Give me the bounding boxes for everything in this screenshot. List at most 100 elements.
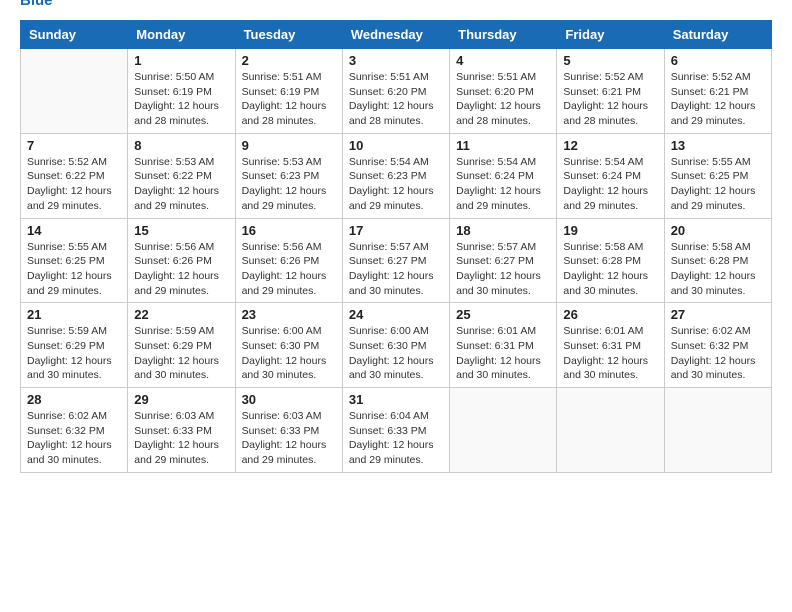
calendar-cell: 18 Sunrise: 5:57 AM Sunset: 6:27 PM Dayli… bbox=[450, 218, 557, 303]
day-info: Sunrise: 5:51 AM Sunset: 6:20 PM Dayligh… bbox=[456, 70, 550, 129]
calendar-cell bbox=[21, 49, 128, 134]
day-number: 27 bbox=[671, 307, 765, 322]
day-info: Sunrise: 5:58 AM Sunset: 6:28 PM Dayligh… bbox=[671, 240, 765, 299]
calendar-cell: 7Sunrise: 5:52 AM Sunset: 6:22 PM Daylig… bbox=[21, 133, 128, 218]
calendar-cell: 25Sunrise: 6:01 AM Sunset: 6:31 PM Dayli… bbox=[450, 303, 557, 388]
day-number: 7 bbox=[27, 138, 121, 153]
calendar-cell: 19 Sunrise: 5:58 AM Sunset: 6:28 PM Dayli… bbox=[557, 218, 664, 303]
day-info: Sunrise: 5:54 AM Sunset: 6:24 PM Dayligh… bbox=[563, 155, 657, 214]
calendar-cell: 29 Sunrise: 6:03 AM Sunset: 6:33 PM Dayli… bbox=[128, 388, 235, 473]
day-info: Sunrise: 5:56 AM Sunset: 6:26 PM Dayligh… bbox=[134, 240, 228, 299]
day-number: 29 bbox=[134, 392, 228, 407]
day-number: 10 bbox=[349, 138, 443, 153]
day-info: Sunrise: 5:57 AM Sunset: 6:27 PM Dayligh… bbox=[349, 240, 443, 299]
calendar-cell: 10 Sunrise: 5:54 AM Sunset: 6:23 PM Dayli… bbox=[342, 133, 449, 218]
day-info: Sunrise: 5:51 AM Sunset: 6:20 PM Dayligh… bbox=[349, 70, 443, 129]
header-wednesday: Wednesday bbox=[342, 21, 449, 49]
day-info: Sunrise: 5:53 AM Sunset: 6:22 PM Dayligh… bbox=[134, 155, 228, 214]
day-number: 14 bbox=[27, 223, 121, 238]
day-info: Sunrise: 5:50 AM Sunset: 6:19 PM Dayligh… bbox=[134, 70, 228, 129]
calendar-cell: 30Sunrise: 6:03 AM Sunset: 6:33 PM Dayli… bbox=[235, 388, 342, 473]
day-info: Sunrise: 6:00 AM Sunset: 6:30 PM Dayligh… bbox=[349, 324, 443, 383]
day-info: Sunrise: 5:54 AM Sunset: 6:23 PM Dayligh… bbox=[349, 155, 443, 214]
calendar-cell: 12 Sunrise: 5:54 AM Sunset: 6:24 PM Dayli… bbox=[557, 133, 664, 218]
day-number: 16 bbox=[242, 223, 336, 238]
day-number: 22 bbox=[134, 307, 228, 322]
calendar-cell: 13 Sunrise: 5:55 AM Sunset: 6:25 PM Dayli… bbox=[664, 133, 771, 218]
day-info: Sunrise: 6:01 AM Sunset: 6:31 PM Dayligh… bbox=[563, 324, 657, 383]
day-number: 17 bbox=[349, 223, 443, 238]
day-info: Sunrise: 6:01 AM Sunset: 6:31 PM Dayligh… bbox=[456, 324, 550, 383]
header-tuesday: Tuesday bbox=[235, 21, 342, 49]
day-info: Sunrise: 5:58 AM Sunset: 6:28 PM Dayligh… bbox=[563, 240, 657, 299]
calendar-cell: 4 Sunrise: 5:51 AM Sunset: 6:20 PM Daylig… bbox=[450, 49, 557, 134]
calendar-header: SundayMondayTuesdayWednesdayThursdayFrid… bbox=[21, 21, 772, 49]
day-number: 23 bbox=[242, 307, 336, 322]
day-number: 3 bbox=[349, 53, 443, 68]
header-sunday: Sunday bbox=[21, 21, 128, 49]
calendar-cell: 21Sunrise: 5:59 AM Sunset: 6:29 PM Dayli… bbox=[21, 303, 128, 388]
day-number: 15 bbox=[134, 223, 228, 238]
calendar-cell: 6 Sunrise: 5:52 AM Sunset: 6:21 PM Daylig… bbox=[664, 49, 771, 134]
header-thursday: Thursday bbox=[450, 21, 557, 49]
logo-blue: Blue bbox=[20, 0, 53, 9]
calendar-cell bbox=[557, 388, 664, 473]
day-number: 19 bbox=[563, 223, 657, 238]
day-number: 24 bbox=[349, 307, 443, 322]
week-row-2: 7Sunrise: 5:52 AM Sunset: 6:22 PM Daylig… bbox=[21, 133, 772, 218]
calendar-cell: 3 Sunrise: 5:51 AM Sunset: 6:20 PM Daylig… bbox=[342, 49, 449, 134]
calendar-cell: 11Sunrise: 5:54 AM Sunset: 6:24 PM Dayli… bbox=[450, 133, 557, 218]
day-info: Sunrise: 6:02 AM Sunset: 6:32 PM Dayligh… bbox=[671, 324, 765, 383]
week-row-1: 1 Sunrise: 5:50 AM Sunset: 6:19 PM Daylig… bbox=[21, 49, 772, 134]
week-row-4: 21Sunrise: 5:59 AM Sunset: 6:29 PM Dayli… bbox=[21, 303, 772, 388]
day-number: 11 bbox=[456, 138, 550, 153]
day-info: Sunrise: 5:52 AM Sunset: 6:21 PM Dayligh… bbox=[563, 70, 657, 129]
day-info: Sunrise: 6:03 AM Sunset: 6:33 PM Dayligh… bbox=[242, 409, 336, 468]
calendar-cell: 31 Sunrise: 6:04 AM Sunset: 6:33 PM Dayli… bbox=[342, 388, 449, 473]
calendar-cell: 28 Sunrise: 6:02 AM Sunset: 6:32 PM Dayli… bbox=[21, 388, 128, 473]
day-number: 5 bbox=[563, 53, 657, 68]
day-number: 31 bbox=[349, 392, 443, 407]
calendar-cell: 26 Sunrise: 6:01 AM Sunset: 6:31 PM Dayli… bbox=[557, 303, 664, 388]
calendar-table: SundayMondayTuesdayWednesdayThursdayFrid… bbox=[20, 20, 772, 473]
day-info: Sunrise: 5:52 AM Sunset: 6:21 PM Dayligh… bbox=[671, 70, 765, 129]
week-row-3: 14 Sunrise: 5:55 AM Sunset: 6:25 PM Dayli… bbox=[21, 218, 772, 303]
day-number: 6 bbox=[671, 53, 765, 68]
day-info: Sunrise: 6:02 AM Sunset: 6:32 PM Dayligh… bbox=[27, 409, 121, 468]
calendar-cell: 15 Sunrise: 5:56 AM Sunset: 6:26 PM Dayli… bbox=[128, 218, 235, 303]
header-monday: Monday bbox=[128, 21, 235, 49]
calendar-cell bbox=[664, 388, 771, 473]
calendar-cell: 27 Sunrise: 6:02 AM Sunset: 6:32 PM Dayli… bbox=[664, 303, 771, 388]
calendar-cell: 2 Sunrise: 5:51 AM Sunset: 6:19 PM Daylig… bbox=[235, 49, 342, 134]
calendar-cell: 1 Sunrise: 5:50 AM Sunset: 6:19 PM Daylig… bbox=[128, 49, 235, 134]
day-number: 12 bbox=[563, 138, 657, 153]
calendar-cell: 17 Sunrise: 5:57 AM Sunset: 6:27 PM Dayli… bbox=[342, 218, 449, 303]
day-number: 2 bbox=[242, 53, 336, 68]
day-info: Sunrise: 5:57 AM Sunset: 6:27 PM Dayligh… bbox=[456, 240, 550, 299]
calendar-cell: 20Sunrise: 5:58 AM Sunset: 6:28 PM Dayli… bbox=[664, 218, 771, 303]
calendar-cell: 16 Sunrise: 5:56 AM Sunset: 6:26 PM Dayli… bbox=[235, 218, 342, 303]
day-number: 18 bbox=[456, 223, 550, 238]
calendar-cell: 9 Sunrise: 5:53 AM Sunset: 6:23 PM Daylig… bbox=[235, 133, 342, 218]
calendar-cell: 22Sunrise: 5:59 AM Sunset: 6:29 PM Dayli… bbox=[128, 303, 235, 388]
day-info: Sunrise: 5:51 AM Sunset: 6:19 PM Dayligh… bbox=[242, 70, 336, 129]
day-info: Sunrise: 5:56 AM Sunset: 6:26 PM Dayligh… bbox=[242, 240, 336, 299]
day-number: 4 bbox=[456, 53, 550, 68]
day-info: Sunrise: 5:55 AM Sunset: 6:25 PM Dayligh… bbox=[27, 240, 121, 299]
day-info: Sunrise: 5:53 AM Sunset: 6:23 PM Dayligh… bbox=[242, 155, 336, 214]
calendar-cell: 24 Sunrise: 6:00 AM Sunset: 6:30 PM Dayli… bbox=[342, 303, 449, 388]
day-number: 8 bbox=[134, 138, 228, 153]
calendar-body: 1 Sunrise: 5:50 AM Sunset: 6:19 PM Daylig… bbox=[21, 49, 772, 473]
day-number: 26 bbox=[563, 307, 657, 322]
day-number: 28 bbox=[27, 392, 121, 407]
day-info: Sunrise: 6:03 AM Sunset: 6:33 PM Dayligh… bbox=[134, 409, 228, 468]
day-info: Sunrise: 5:55 AM Sunset: 6:25 PM Dayligh… bbox=[671, 155, 765, 214]
day-info: Sunrise: 6:04 AM Sunset: 6:33 PM Dayligh… bbox=[349, 409, 443, 468]
day-number: 13 bbox=[671, 138, 765, 153]
calendar-cell bbox=[450, 388, 557, 473]
day-info: Sunrise: 6:00 AM Sunset: 6:30 PM Dayligh… bbox=[242, 324, 336, 383]
calendar-cell: 5 Sunrise: 5:52 AM Sunset: 6:21 PM Daylig… bbox=[557, 49, 664, 134]
day-number: 1 bbox=[134, 53, 228, 68]
day-number: 21 bbox=[27, 307, 121, 322]
day-number: 9 bbox=[242, 138, 336, 153]
